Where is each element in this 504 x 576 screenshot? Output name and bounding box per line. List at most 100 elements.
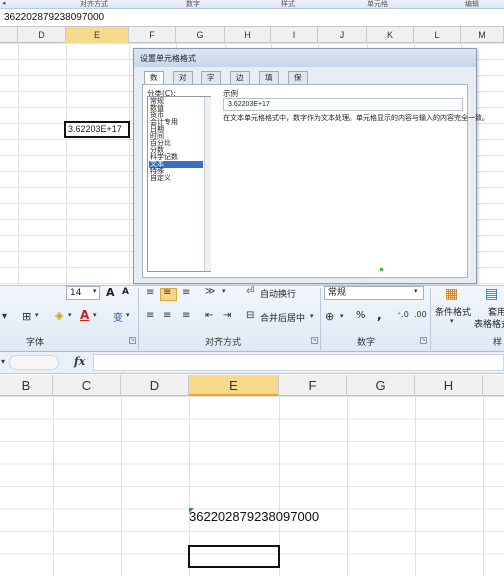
decorative-dot <box>380 268 383 271</box>
column-header[interactable]: B <box>0 375 53 396</box>
chevron-down-icon[interactable]: ▾ <box>126 311 130 319</box>
row-header-corner[interactable] <box>0 27 18 43</box>
column-header[interactable]: C <box>53 375 121 396</box>
wrap-text-button[interactable]: 自动换行 <box>260 287 296 300</box>
border-icon[interactable]: ⊞ <box>22 310 31 323</box>
ribbon-edge-mark: ◂ <box>2 0 6 7</box>
selected-cell[interactable] <box>188 545 280 568</box>
column-header[interactable]: M <box>461 27 504 43</box>
chevron-down-icon[interactable]: ▾ <box>450 317 454 325</box>
home-ribbon: 14 ▾ A A ▾ ⊞ ▾ ◈ ▾ A ▾ 变 ▾ 字体 ↘ ≡ ≡ ≡ ≫ … <box>0 285 504 352</box>
cell-text-value[interactable]: 362202879238097000 <box>189 509 319 524</box>
group-label-font: 字体 <box>26 338 45 348</box>
formula-bar: ▾ fx <box>0 352 504 374</box>
chevron-down-icon[interactable]: ▾ <box>310 312 314 320</box>
group-separator <box>320 288 321 350</box>
bottom-column-headers: B C D E F G H <box>0 375 504 396</box>
increase-decimal-icon[interactable]: ⁺.0 <box>397 310 409 319</box>
selected-cell-scientific[interactable]: 3.62203E+17 <box>64 121 130 138</box>
align-bottom-icon[interactable]: ≡ <box>182 287 190 298</box>
column-header[interactable]: K <box>367 27 414 43</box>
wrap-text-icon[interactable]: ⏎ <box>246 286 254 297</box>
formula-input[interactable] <box>93 354 504 371</box>
ribbon-group-label: 样式 <box>281 0 295 8</box>
column-header[interactable]: H <box>415 375 483 396</box>
fill-color-icon[interactable]: ◈ <box>55 309 63 322</box>
column-header[interactable]: D <box>18 27 66 43</box>
column-header[interactable]: L <box>414 27 461 43</box>
group-label-alignment: 对齐方式 <box>205 338 242 348</box>
dialog-titlebar[interactable]: 设置单元格格式 <box>134 49 476 67</box>
accounting-format-icon[interactable]: ⊕ <box>325 310 334 323</box>
number-format-select[interactable]: 常规 <box>324 286 424 300</box>
column-header[interactable]: H <box>225 27 271 43</box>
category-scrollbar[interactable] <box>204 97 211 271</box>
column-header[interactable]: F <box>129 27 176 43</box>
sample-box: 3.62203E+17 <box>223 98 463 111</box>
formula-content: 362202879238097000 <box>4 12 105 23</box>
column-header-selected[interactable]: E <box>66 27 129 43</box>
comma-style-button[interactable]: , <box>377 308 382 322</box>
tab-fill[interactable]: 填充 <box>259 71 279 94</box>
chevron-down-icon[interactable]: ▾ <box>93 311 97 319</box>
category-item-custom[interactable]: 自定义 <box>150 175 171 182</box>
tab-border[interactable]: 边框 <box>230 71 250 94</box>
tab-alignment[interactable]: 对齐 <box>173 71 193 94</box>
font-dialog-launcher-icon[interactable]: ↘ <box>129 337 136 344</box>
align-left-icon[interactable]: ≡ <box>146 310 154 321</box>
alignment-dialog-launcher-icon[interactable]: ↘ <box>311 337 318 344</box>
column-header[interactable]: D <box>121 375 189 396</box>
align-middle-icon[interactable]: ≡ <box>163 287 171 298</box>
decrease-indent-icon[interactable]: ⇤ <box>205 310 213 321</box>
dialog-title: 设置单元格格式 <box>140 54 196 63</box>
phonetic-guide-button[interactable]: 变 <box>113 309 123 324</box>
grow-font-button[interactable]: A <box>106 286 115 299</box>
increase-indent-icon[interactable]: ⇥ <box>223 310 231 321</box>
ribbon-group-label: 数字 <box>186 0 200 8</box>
text-format-description: 在文本单元格格式中，数字作为文本处理。单元格显示的内容与输入的内容完全一致。 <box>223 114 489 122</box>
column-header[interactable]: F <box>279 375 347 396</box>
chevron-down-icon[interactable]: ▾ <box>414 287 418 295</box>
column-header[interactable]: G <box>347 375 415 396</box>
decrease-decimal-icon[interactable]: .00 <box>414 310 427 319</box>
align-center-icon[interactable]: ≡ <box>163 310 171 321</box>
group-separator <box>138 288 139 350</box>
column-header[interactable]: I <box>271 27 318 43</box>
shrink-font-button[interactable]: A <box>122 287 129 297</box>
table-format-icon[interactable]: ▤ <box>485 286 498 302</box>
orientation-icon[interactable]: ≫ <box>205 286 215 297</box>
ribbon-group-label: 对齐方式 <box>80 0 108 8</box>
merge-icon[interactable]: ⊟ <box>246 310 254 321</box>
chevron-down-icon[interactable]: ▾ <box>68 311 72 319</box>
group-label-number: 数字 <box>357 338 376 348</box>
conditional-format-icon[interactable]: ▦ <box>445 286 458 302</box>
format-as-table-line2[interactable]: 表格格式 <box>474 317 504 330</box>
tab-protection[interactable]: 保护 <box>288 71 308 94</box>
name-box-dropdown-icon[interactable]: ▾ <box>1 357 5 366</box>
chevron-down-icon[interactable]: ▾ <box>222 287 226 295</box>
group-separator <box>430 288 431 350</box>
chevron-down-icon[interactable]: ▾ <box>2 311 7 322</box>
font-size-value: 14 <box>70 288 82 298</box>
column-header[interactable]: J <box>318 27 367 43</box>
sample-value: 3.62203E+17 <box>228 101 270 108</box>
format-cells-dialog: 设置单元格格式 数字 对齐 字体 边框 填充 保护 分类(C): 常规 数值 货… <box>133 48 489 284</box>
percent-style-button[interactable]: % <box>356 310 366 321</box>
category-list[interactable]: 常规 数值 货币 会计专用 日期 时间 百分比 分数 科学记数 文本 特殊 自定… <box>147 96 211 272</box>
name-box[interactable] <box>9 355 59 370</box>
chevron-down-icon[interactable]: ▾ <box>35 311 39 319</box>
column-header-selected[interactable]: E <box>189 375 279 396</box>
align-top-icon[interactable]: ≡ <box>146 287 154 298</box>
align-right-icon[interactable]: ≡ <box>182 310 190 321</box>
number-dialog-launcher-icon[interactable]: ↘ <box>420 337 427 344</box>
column-header[interactable]: G <box>176 27 225 43</box>
merge-center-button[interactable]: 合并后居中 <box>260 311 305 324</box>
top-formula-bar[interactable]: 362202879238097000 <box>0 9 504 27</box>
chevron-down-icon[interactable]: ▾ <box>93 287 97 295</box>
tab-number[interactable]: 数字 <box>144 71 164 94</box>
top-column-headers: D E F G H I J K L M <box>0 27 504 43</box>
font-color-button[interactable]: A <box>80 308 89 322</box>
chevron-down-icon[interactable]: ▾ <box>340 312 344 320</box>
tab-font[interactable]: 字体 <box>201 71 221 94</box>
insert-function-button[interactable]: fx <box>74 355 85 368</box>
